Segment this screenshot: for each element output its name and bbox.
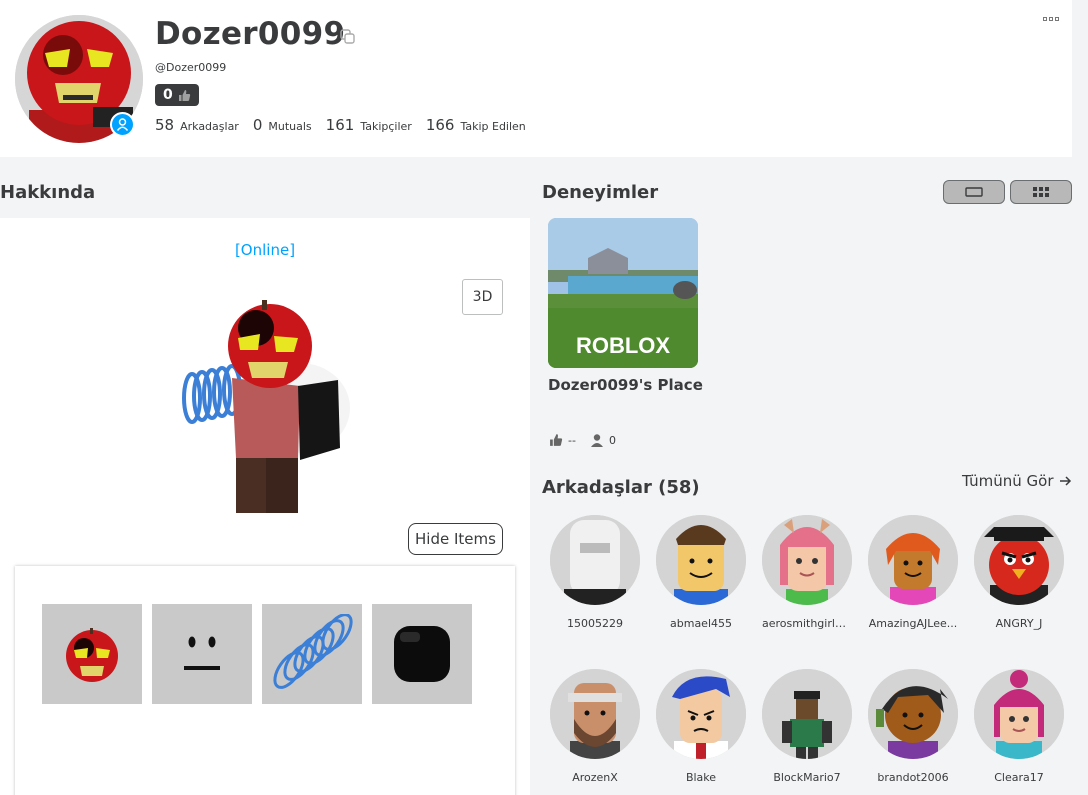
spring-item[interactable] [262,604,362,704]
copy-icon[interactable] [340,29,356,45]
friend-card[interactable]: brandot2006 [868,669,958,784]
experiences-title: Deneyimler [542,182,659,203]
connections-badge: 0 [155,84,199,106]
friend-card[interactable]: 15005229 [550,515,640,630]
wearing-items-panel [15,566,515,795]
online-status: [Online] [234,241,296,259]
stat-mutuals[interactable]: 0 Mutuals [253,116,312,134]
friend-name: abmael455 [670,617,732,630]
friends-title: Arkadaşlar (58) [542,477,700,498]
face-item[interactable] [152,604,252,704]
game-thumbnail[interactable]: ROBLOX [548,218,698,368]
badge-count: 0 [163,87,173,103]
friend-avatar[interactable] [868,515,958,605]
stat-following[interactable]: 166 Takip Edilen [426,116,526,134]
presence-person-icon [110,112,135,137]
see-all-link[interactable]: Tümünü Gör [962,472,1072,490]
stat-friends[interactable]: 58 Arkadaşlar [155,116,239,134]
avatar-3d-view[interactable] [170,298,360,513]
friend-name: aerosmithgirl1... [762,617,852,630]
friend-card[interactable]: ArozenX [550,669,640,784]
friend-card[interactable]: AmazingAJLee... [868,515,958,630]
friend-name: ANGRY_J [995,617,1043,630]
stat-followers[interactable]: 161 Takipçiler [326,116,412,134]
friend-avatar[interactable] [762,669,852,759]
friend-card[interactable]: BlockMario7 [762,669,852,784]
single-view-icon [965,187,983,197]
friend-card[interactable]: abmael455 [656,515,746,630]
about-card: [Online] 3D Hide Items [0,218,530,795]
pumpkin-head-item[interactable] [42,604,142,704]
profile-header: Dozer0099 @Dozer0099 0 58 Arkadaşlar 0 Mut… [0,0,1072,157]
game-name[interactable]: Dozer0099's Place [548,376,703,394]
friend-card[interactable]: Blake [656,669,746,784]
friend-name: BlockMario7 [773,771,841,784]
about-title: Hakkında [0,182,96,203]
profile-display-name: Dozer0099 [155,16,346,52]
game-players: 0 [590,433,616,447]
friend-name: brandot2006 [877,771,949,784]
hide-items-button[interactable]: Hide Items [408,523,503,555]
game-stats: -- 0 [549,433,616,447]
grid-icon [1033,187,1049,197]
friend-card[interactable]: aerosmithgirl1... [762,515,852,630]
friend-name: Blake [685,771,717,784]
roblox-logo: ROBLOX [576,333,670,358]
friend-avatar[interactable] [550,515,640,605]
friend-card[interactable]: ANGRY_J [974,515,1064,630]
friend-card[interactable]: Cleara17 [974,669,1064,784]
thumbs-up-icon [178,89,190,101]
grid-view-toggle[interactable] [943,180,1005,204]
friend-avatar[interactable] [656,515,746,605]
friend-name: 15005229 [567,617,623,630]
arrow-right-icon [1060,476,1072,486]
friend-avatar[interactable] [550,669,640,759]
toggle-3d-button[interactable]: 3D [462,279,503,315]
more-options-icon[interactable] [1043,17,1061,23]
player-count-icon [590,434,603,447]
friend-avatar[interactable] [974,515,1064,605]
profile-stats: 58 Arkadaşlar 0 Mutuals 161 Takipçiler 166 T… [155,116,526,134]
friend-name: AmazingAJLee... [868,617,958,630]
friend-avatar[interactable] [656,669,746,759]
list-view-toggle[interactable] [1010,180,1072,204]
friend-name: Cleara17 [994,771,1044,784]
game-likes: -- [549,433,576,447]
friend-name: ArozenX [572,771,618,784]
thumbs-up-icon [550,434,563,446]
black-hair-item[interactable] [372,604,472,704]
friend-avatar[interactable] [762,515,852,605]
friend-avatar[interactable] [868,669,958,759]
profile-handle: @Dozer0099 [155,61,227,74]
friend-avatar[interactable] [974,669,1064,759]
